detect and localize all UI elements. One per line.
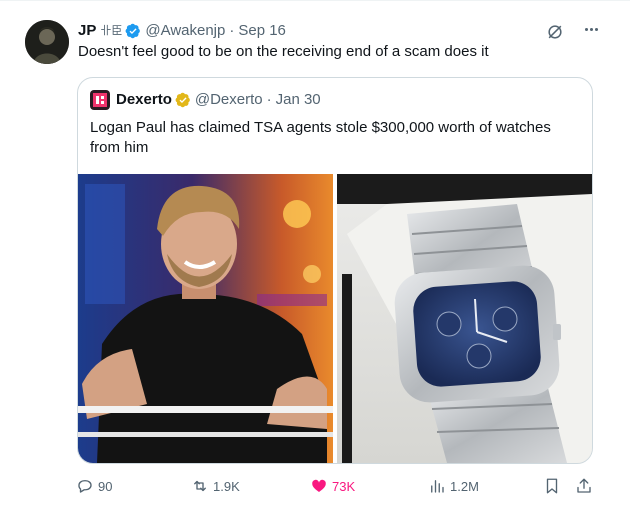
- tweet-date[interactable]: Sep 16: [238, 21, 286, 41]
- repost-icon: [194, 480, 206, 492]
- author-name-glyphs: 卝⾂: [100, 25, 123, 37]
- author-avatar-image: [25, 20, 69, 64]
- quoted-tweet-text: Logan Paul has claimed TSA agents stole …: [90, 119, 551, 156]
- bookmark-icon[interactable]: [543, 477, 561, 495]
- quoted-tweet-header: Dexerto @Dexerto · Jan 30: [116, 90, 321, 110]
- tweet-header: JP 卝⾂ @Awakenjp · Sep 16: [78, 21, 286, 41]
- share-icon[interactable]: [575, 477, 593, 495]
- reply-button[interactable]: 90: [76, 474, 112, 498]
- reply-count: 90: [98, 478, 113, 494]
- repost-button[interactable]: 1.9K: [191, 474, 240, 498]
- quoted-tweet-card[interactable]: Dexerto @Dexerto · Jan 30 Logan Paul has…: [77, 77, 593, 464]
- author-name[interactable]: JP: [78, 21, 96, 41]
- quoted-author-avatar[interactable]: [90, 90, 110, 110]
- like-count: 73K: [332, 478, 356, 494]
- views-button[interactable]: 1.2M: [428, 474, 479, 498]
- quoted-tweet-media[interactable]: [77, 174, 593, 463]
- top-divider: [0, 0, 630, 1]
- repost-count: 1.9K: [213, 478, 240, 494]
- more-icon[interactable]: [579, 19, 603, 39]
- views-icon: [431, 480, 444, 493]
- author-handle[interactable]: @Awakenjp: [145, 21, 225, 41]
- tweet-text: Doesn't feel good to be on the receiving…: [78, 43, 489, 60]
- media-image-right[interactable]: [337, 174, 593, 463]
- media-image-left[interactable]: [77, 174, 333, 463]
- verified-badge-icon[interactable]: [125, 23, 141, 39]
- quoted-author-handle[interactable]: @Dexerto: [195, 90, 263, 110]
- gold-verified-badge-icon[interactable]: [175, 92, 191, 108]
- quoted-tweet-date[interactable]: Jan 30: [276, 90, 321, 110]
- header-separator: ·: [229, 22, 235, 39]
- heart-icon: [312, 479, 326, 492]
- like-button[interactable]: 73K: [310, 474, 355, 498]
- grok-icon[interactable]: [545, 22, 565, 42]
- reply-icon: [78, 480, 92, 493]
- quoted-author-name[interactable]: Dexerto: [116, 90, 172, 110]
- dexerto-logo-icon: [90, 90, 110, 110]
- views-count: 1.2M: [450, 478, 479, 494]
- author-avatar[interactable]: [25, 20, 69, 64]
- quoted-header-separator: ·: [266, 91, 272, 108]
- tweet-action-bar: 90 1.9K 73K 1.2M: [0, 474, 630, 498]
